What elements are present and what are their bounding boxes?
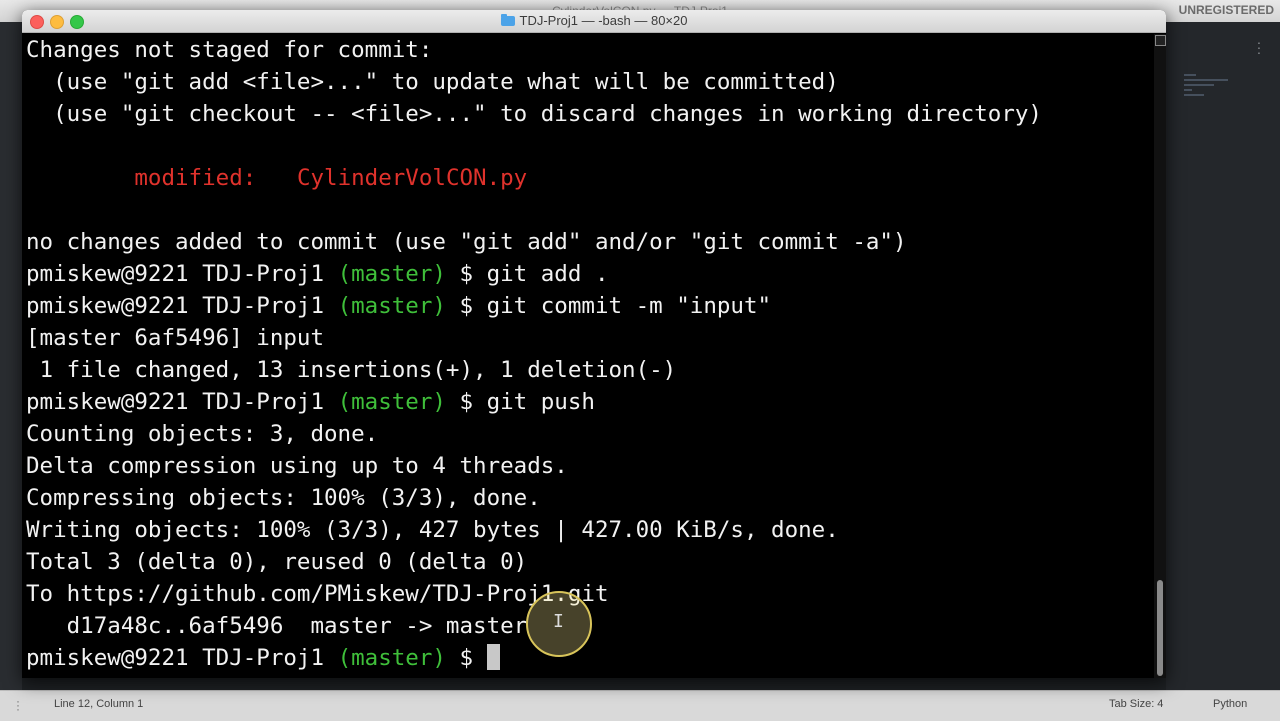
prompt-command: $ git add . — [445, 261, 609, 287]
modified-label: modified: — [26, 165, 297, 191]
cursor-position: Line 12, Column 1 — [54, 698, 144, 710]
terminal-line: Total 3 (delta 0), reused 0 (delta 0) — [26, 549, 528, 575]
terminal-line: Delta compression using up to 4 threads. — [26, 453, 568, 479]
prompt-user: pmiskew@9221 TDJ-Proj1 — [26, 261, 338, 287]
terminal-line: Writing objects: 100% (3/3), 427 bytes |… — [26, 517, 839, 543]
terminal-titlebar[interactable]: TDJ-Proj1 — -bash — 80×20 — [22, 10, 1166, 33]
editor-sidebar — [0, 22, 22, 690]
terminal-line: 1 file changed, 13 insertions(+), 1 dele… — [26, 357, 677, 383]
panel-toggle-icon[interactable]: · · · — [16, 695, 22, 715]
terminal-line: Counting objects: 3, done. — [26, 421, 379, 447]
syntax-selector[interactable]: Python — [1213, 698, 1247, 710]
terminal-line: To https://github.com/PMiskew/TDJ-Proj1.… — [26, 581, 609, 607]
prompt-command: $ git push — [445, 389, 595, 415]
prompt-line: pmiskew@9221 TDJ-Proj1 (master) $ git co… — [26, 290, 1150, 322]
minimap[interactable] — [1184, 74, 1232, 114]
prompt-branch: (master) — [337, 293, 446, 319]
terminal-title-text: TDJ-Proj1 — -bash — 80×20 — [519, 13, 688, 28]
scroll-up-button[interactable] — [1155, 35, 1166, 46]
terminal-line: (use "git checkout -- <file>..." to disc… — [26, 101, 1042, 127]
terminal-line: no changes added to commit (use "git add… — [26, 229, 907, 255]
ibeam-cursor-icon: I — [553, 611, 564, 632]
folder-icon — [500, 14, 515, 26]
prompt-user: pmiskew@9221 TDJ-Proj1 — [26, 389, 338, 415]
terminal-line: Compressing objects: 100% (3/3), done. — [26, 485, 541, 511]
prompt-line-active[interactable]: pmiskew@9221 TDJ-Proj1 (master) $ — [26, 642, 1150, 674]
terminal-scrollbar[interactable] — [1154, 34, 1166, 678]
more-vertical-icon[interactable]: · · · — [1256, 35, 1262, 59]
prompt-line: pmiskew@9221 TDJ-Proj1 (master) $ git ad… — [26, 258, 1150, 290]
terminal-line: [master 6af5496] input — [26, 325, 325, 351]
prompt-user: pmiskew@9221 TDJ-Proj1 — [26, 293, 338, 319]
prompt-command: $ git commit -m "input" — [445, 293, 772, 319]
text-cursor — [486, 644, 500, 670]
editor-minimap-area — [1166, 22, 1280, 690]
terminal-output[interactable]: Changes not staged for commit: (use "git… — [26, 34, 1150, 678]
prompt-branch: (master) — [337, 645, 446, 671]
terminal-line: Changes not staged for commit: — [26, 37, 433, 63]
modified-file: CylinderVolCON.py — [296, 165, 528, 191]
tab-size-selector[interactable]: Tab Size: 4 — [1109, 698, 1163, 710]
prompt-user: pmiskew@9221 TDJ-Proj1 — [26, 645, 338, 671]
prompt-branch: (master) — [337, 261, 446, 287]
scroll-thumb[interactable] — [1157, 580, 1163, 676]
editor-statusbar: · · · Line 12, Column 1 Tab Size: 4 Python — [0, 690, 1280, 721]
prompt-command: $ — [445, 645, 487, 671]
terminal-line: (use "git add <file>..." to update what … — [26, 69, 839, 95]
unregistered-label: UNREGISTERED — [1178, 3, 1274, 17]
terminal-window[interactable]: TDJ-Proj1 — -bash — 80×20 Changes not st… — [22, 10, 1166, 678]
terminal-line-modified: modified: CylinderVolCON.py — [26, 162, 1150, 194]
prompt-line: pmiskew@9221 TDJ-Proj1 (master) $ git pu… — [26, 386, 1150, 418]
prompt-branch: (master) — [337, 389, 446, 415]
terminal-title: TDJ-Proj1 — -bash — 80×20 — [22, 10, 1166, 32]
